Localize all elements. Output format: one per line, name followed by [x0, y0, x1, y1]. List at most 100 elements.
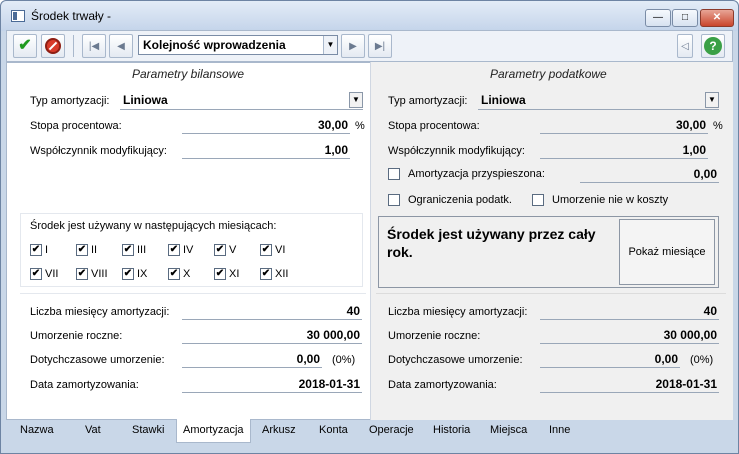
month-checkbox[interactable]: ✔ V	[214, 244, 236, 257]
dotychczasowe-umorzenie-field[interactable]: 0,00	[182, 351, 322, 368]
month-checkbox[interactable]: ✔ VII	[30, 268, 58, 281]
tab-amortyzacja[interactable]: Amortyzacja	[176, 419, 251, 443]
collapse-button[interactable]: ◁	[677, 34, 693, 58]
umorzenie-roczne-field[interactable]: 30 000,00	[182, 327, 362, 344]
checkmark-icon: ✔	[18, 37, 32, 54]
show-months-button[interactable]: Pokaż miesiące	[619, 219, 715, 285]
month-label: IX	[137, 268, 148, 281]
umorzenie-nie-w-koszty-checkbox[interactable]: Umorzenie nie w koszty	[532, 194, 668, 207]
close-button[interactable]: ✕	[700, 9, 734, 27]
stopa-podatk-unit: %	[713, 120, 723, 132]
last-record-button[interactable]: ▶|	[368, 34, 392, 58]
typ-amortyzacji-podatk-select[interactable]: Liniowa ▼	[478, 92, 719, 110]
month-label: I	[45, 244, 49, 257]
previous-record-button[interactable]: ◀	[109, 34, 133, 58]
checkbox-box[interactable]: ✔	[214, 268, 226, 281]
month-checkbox[interactable]: ✔ VI	[260, 244, 285, 257]
stopa-unit: %	[355, 120, 365, 132]
tab-vat[interactable]: Vat	[85, 424, 101, 436]
ograniczenia-podatk-checkbox[interactable]: Ograniczenia podatk.	[388, 194, 512, 207]
checkbox-box[interactable]: ✔	[122, 268, 134, 281]
amortyzacja-przyspieszona-checkbox[interactable]: Amortyzacja przyspieszona:	[388, 168, 545, 181]
next-record-button[interactable]: ▶	[341, 34, 365, 58]
chevron-down-icon[interactable]: ▼	[349, 92, 363, 108]
divider	[376, 293, 726, 294]
wspolczynnik-label: Współczynnik modyfikujący:	[30, 145, 167, 157]
liczba-miesiecy-podatk-field[interactable]: 40	[540, 303, 719, 320]
minimize-button[interactable]: —	[645, 9, 671, 27]
month-checkbox[interactable]: ✔ IX	[122, 268, 148, 281]
checkbox-box[interactable]	[388, 194, 400, 207]
data-zamortyzowania-label: Data zamortyzowania:	[30, 379, 139, 391]
tab-bar: Nazwa Vat Stawki Amortyzacja Arkusz Kont…	[6, 419, 733, 444]
checkbox-box[interactable]: ✔	[76, 244, 88, 257]
month-label: XII	[275, 268, 289, 281]
amortyzacja-przyspieszona-field[interactable]: 0,00	[580, 166, 719, 183]
month-label: IV	[183, 244, 194, 257]
first-record-button[interactable]: |◀	[82, 34, 106, 58]
month-checkbox[interactable]: ✔ VIII	[76, 268, 108, 281]
typ-amortyzacji-podatk-label: Typ amortyzacji:	[388, 95, 468, 107]
chevron-down-icon[interactable]: ▼	[705, 92, 719, 108]
checkbox-box[interactable]	[532, 194, 544, 207]
save-button[interactable]: ✔	[13, 34, 37, 58]
umorzenie-roczne-label: Umorzenie roczne:	[30, 330, 123, 342]
checkbox-box[interactable]: ✔	[214, 244, 226, 257]
checkbox-box[interactable]	[388, 168, 400, 181]
dotychczasowe-umorzenie-podatk-percent: (0%)	[690, 354, 714, 366]
typ-amortyzacji-label: Typ amortyzacji:	[30, 95, 110, 107]
checkbox-box[interactable]: ✔	[30, 268, 42, 281]
dotychczasowe-umorzenie-podatk-label: Dotychczasowe umorzenie:	[388, 354, 523, 366]
data-zamortyzowania-field[interactable]: 2018-01-31	[182, 376, 362, 393]
tab-stawki[interactable]: Stawki	[132, 424, 164, 436]
dotychczasowe-umorzenie-percent: (0%)	[332, 354, 356, 366]
month-checkbox[interactable]: ✔ X	[168, 268, 190, 281]
liczba-miesiecy-field[interactable]: 40	[182, 303, 362, 320]
month-checkbox[interactable]: ✔ IV	[168, 244, 194, 257]
tab-nazwa[interactable]: Nazwa	[20, 424, 54, 436]
month-checkbox[interactable]: ✔ II	[76, 244, 98, 257]
month-checkbox[interactable]: ✔ I	[30, 244, 49, 257]
wspolczynnik-field[interactable]: 1,00	[182, 142, 350, 159]
tab-konta[interactable]: Konta	[319, 424, 348, 436]
tab-miejsca[interactable]: Miejsca	[490, 424, 527, 436]
help-button[interactable]: ?	[701, 34, 725, 58]
tab-historia[interactable]: Historia	[433, 424, 470, 436]
liczba-miesiecy-label: Liczba miesięcy amortyzacji:	[30, 306, 170, 318]
section-title-bilansowe: Parametry bilansowe	[132, 67, 245, 81]
months-label: Środek jest używany w następujących mies…	[30, 220, 277, 232]
toolbar: ✔ |◀ ◀ Kolejność wprowadzenia ▼ ▶ ▶| ◁ ?	[6, 30, 733, 62]
next-icon: ▶	[349, 40, 357, 52]
tab-arkusz[interactable]: Arkusz	[262, 424, 296, 436]
stopa-podatk-field[interactable]: 30,00	[540, 117, 708, 134]
umorzenie-roczne-podatk-field[interactable]: 30 000,00	[540, 327, 719, 344]
maximize-button[interactable]: □	[672, 9, 698, 27]
checkbox-box[interactable]: ✔	[168, 268, 180, 281]
last-icon: ▶|	[374, 40, 386, 52]
data-zamortyzowania-podatk-field[interactable]: 2018-01-31	[540, 376, 719, 393]
previous-icon: ◀	[117, 40, 125, 52]
checkbox-box[interactable]: ✔	[168, 244, 180, 257]
checkbox-box[interactable]: ✔	[30, 244, 42, 257]
month-label: II	[91, 244, 98, 257]
order-select[interactable]: Kolejność wprowadzenia ▼	[138, 35, 338, 55]
checkbox-box[interactable]: ✔	[260, 244, 272, 257]
chevron-down-icon[interactable]: ▼	[323, 36, 337, 54]
typ-amortyzacji-select[interactable]: Liniowa ▼	[120, 92, 363, 110]
wspolczynnik-podatk-field[interactable]: 1,00	[540, 142, 708, 159]
dotychczasowe-umorzenie-podatk-field[interactable]: 0,00	[540, 351, 680, 368]
tab-inne[interactable]: Inne	[549, 424, 570, 436]
tab-operacje[interactable]: Operacje	[369, 424, 414, 436]
cancel-button[interactable]	[41, 34, 65, 58]
checkbox-box[interactable]: ✔	[76, 268, 88, 281]
month-checkbox[interactable]: ✔ XII	[260, 268, 289, 281]
typ-amortyzacji-value: Liniowa	[123, 93, 168, 107]
stopa-field[interactable]: 30,00	[182, 117, 350, 134]
month-checkbox[interactable]: ✔ III	[122, 244, 146, 257]
title-bar: Środek trwały - — □ ✕	[1, 1, 738, 31]
stopa-podatk-label: Stopa procentowa:	[388, 120, 480, 132]
month-checkbox[interactable]: ✔ XI	[214, 268, 239, 281]
checkbox-box[interactable]: ✔	[122, 244, 134, 257]
cancel-icon	[45, 38, 61, 54]
checkbox-box[interactable]: ✔	[260, 268, 272, 281]
